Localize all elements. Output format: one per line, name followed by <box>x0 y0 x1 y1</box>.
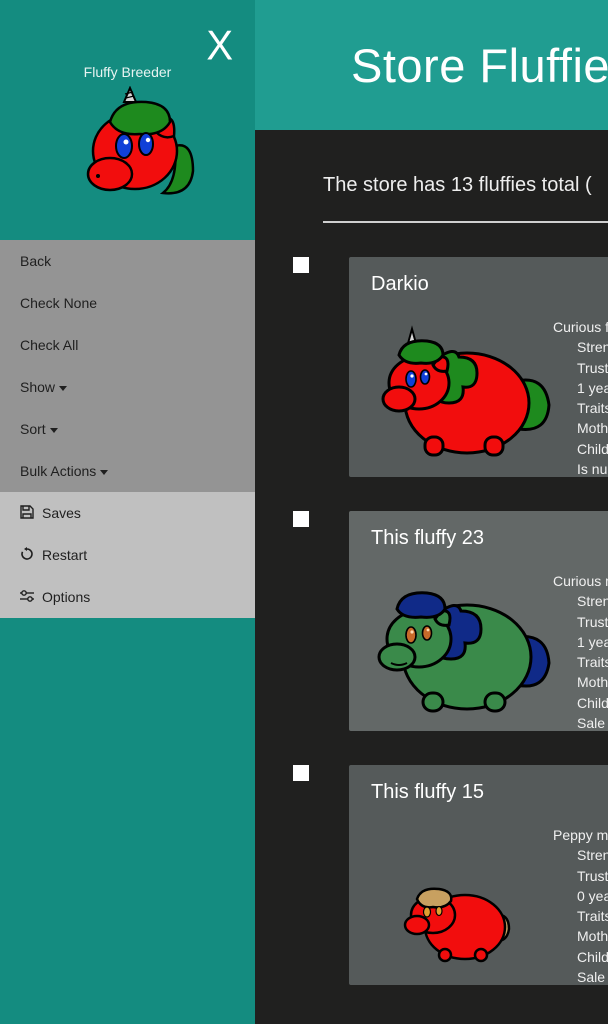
fluffy-row: This fluffy 23 Breeding [ <box>323 511 608 731</box>
desc-line: Sale P <box>553 967 608 987</box>
chevron-down-icon <box>59 386 67 391</box>
desc-line: Trust [ <box>553 358 608 378</box>
sidebar: X Fluffy Breeder <box>0 0 255 1024</box>
desc-line: Sale P <box>553 713 608 733</box>
nav-saves-label: Saves <box>42 505 81 521</box>
sidebar-nav: Back Check None Check All Show Sort Bulk… <box>0 240 255 618</box>
nav-show[interactable]: Show <box>0 366 255 408</box>
desc-line: Streng <box>553 337 608 357</box>
options-icon <box>20 589 36 603</box>
desc-line: Mothe <box>553 926 608 946</box>
fluffy-row: Darkio Breeding [ <box>323 257 608 477</box>
app-logo-fluffy <box>80 86 200 206</box>
fluffy-name[interactable]: This fluffy 23 <box>371 527 608 550</box>
select-checkbox[interactable] <box>293 511 309 527</box>
nav-options[interactable]: Options <box>0 576 255 618</box>
nav-sort-label: Sort <box>20 421 46 437</box>
close-icon[interactable]: X <box>206 25 233 67</box>
desc-line: 0 year <box>553 886 608 906</box>
fluffy-name[interactable]: Darkio <box>371 273 608 296</box>
desc-line: Traits: <box>553 652 608 672</box>
restart-icon <box>20 547 36 561</box>
desc-line: Mothe <box>553 418 608 438</box>
desc-line: 1 year <box>553 632 608 652</box>
desc-line: Mothe <box>553 672 608 692</box>
nav-bulk-label: Bulk Actions <box>20 463 96 479</box>
nav-group-secondary: Saves Restart <box>0 492 255 618</box>
save-icon <box>20 505 36 519</box>
sidebar-header: X Fluffy Breeder <box>0 0 255 240</box>
desc-line: Traits: <box>553 398 608 418</box>
nav-check-none[interactable]: Check None <box>0 282 255 324</box>
nav-restart-label: Restart <box>42 547 87 563</box>
main: Store Fluffies The store has 13 fluffies… <box>255 0 608 1024</box>
content: The store has 13 fluffies total ( Darkio… <box>255 130 608 985</box>
desc-line: Is nurs <box>553 459 608 479</box>
select-checkbox[interactable] <box>293 257 309 273</box>
desc-line: Trust [ <box>553 612 608 632</box>
desc-summary: Curious fe <box>553 317 608 337</box>
nav-bulk-actions[interactable]: Bulk Actions <box>0 450 255 492</box>
nav-saves[interactable]: Saves <box>0 492 255 534</box>
fluffy-card: This fluffy 23 Breeding [ <box>349 511 608 731</box>
desc-line: Trust [ <box>553 866 608 886</box>
nav-options-label: Options <box>42 589 90 605</box>
fluffy-name[interactable]: This fluffy 15 <box>371 781 608 804</box>
chevron-down-icon <box>50 428 58 433</box>
desc-summary: Curious m <box>553 571 608 591</box>
fluffy-portrait <box>367 857 557 1017</box>
fluffy-card: This fluffy 15 Breeding [ <box>349 765 608 985</box>
nav-back[interactable]: Back <box>0 240 255 282</box>
divider <box>323 221 608 223</box>
app-title: Fluffy Breeder <box>0 64 255 80</box>
fluffy-description: Curious fe Streng Trust [ 1 year Traits:… <box>553 317 608 479</box>
fluffy-row: This fluffy 15 Breeding [ <box>323 765 608 985</box>
fluffy-portrait <box>367 557 557 717</box>
fluffy-portrait <box>367 303 557 463</box>
select-checkbox[interactable] <box>293 765 309 781</box>
desc-summary: Peppy ma <box>553 825 608 845</box>
desc-line: Childre <box>553 947 608 967</box>
page-title: Store Fluffies <box>255 0 608 130</box>
desc-line: Childre <box>553 693 608 713</box>
summary-line: The store has 13 fluffies total ( <box>323 174 608 197</box>
fluffy-description: Peppy ma Streng Trust [ 0 year Traits: M… <box>553 825 608 987</box>
chevron-down-icon <box>100 470 108 475</box>
nav-restart[interactable]: Restart <box>0 534 255 576</box>
desc-line: Streng <box>553 591 608 611</box>
fluffy-description: Curious m Streng Trust [ 1 year Traits: … <box>553 571 608 733</box>
desc-line: Childre <box>553 439 608 459</box>
nav-sort[interactable]: Sort <box>0 408 255 450</box>
nav-show-label: Show <box>20 379 55 395</box>
fluffy-card: Darkio Breeding [ <box>349 257 608 477</box>
nav-group-primary: Back Check None Check All Show Sort Bulk… <box>0 240 255 492</box>
desc-line: Traits: <box>553 906 608 926</box>
desc-line: Streng <box>553 845 608 865</box>
desc-line: 1 year <box>553 378 608 398</box>
nav-check-all[interactable]: Check All <box>0 324 255 366</box>
